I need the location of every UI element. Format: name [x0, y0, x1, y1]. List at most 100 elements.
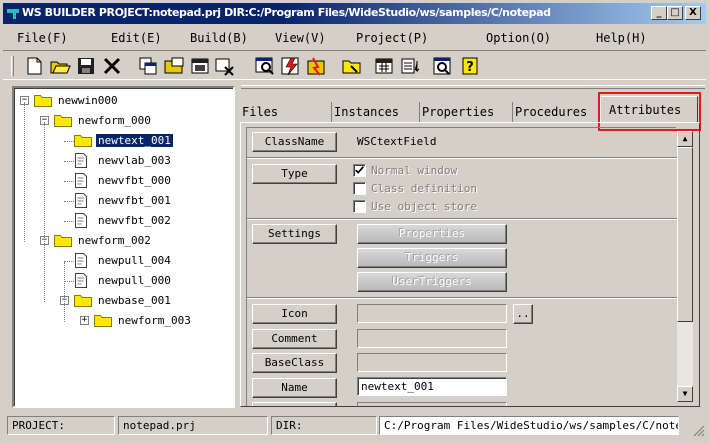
- tree-node[interactable]: − newwin000: [14, 92, 224, 110]
- toolbar-grip[interactable]: [11, 56, 14, 76]
- usertriggers-button[interactable]: UserTriggers: [357, 272, 507, 292]
- tree-node[interactable]: newpull_000: [14, 272, 224, 290]
- tree-node[interactable]: − newbase_001: [14, 292, 224, 310]
- comment-button[interactable]: Comment: [252, 329, 337, 349]
- separator: [247, 157, 677, 159]
- copy-icon[interactable]: [137, 55, 159, 77]
- tree-node-label: newvfbt_001: [98, 194, 171, 207]
- document-icon: [74, 153, 88, 168]
- class-definition-label: Class definition: [371, 182, 477, 195]
- tree-node-label: newform_000: [78, 114, 151, 127]
- tree-connector: [64, 262, 65, 322]
- close-button[interactable]: X: [685, 6, 701, 20]
- separator: [247, 297, 677, 299]
- tree-node[interactable]: + newform_003: [14, 312, 224, 330]
- menu-option[interactable]: Option(O): [486, 31, 551, 45]
- menu-file[interactable]: File(F): [17, 31, 68, 45]
- icon-browse-button[interactable]: ..: [513, 304, 533, 324]
- maximize-button[interactable]: □: [667, 6, 683, 20]
- triggers-button[interactable]: Triggers: [357, 248, 507, 268]
- help-icon[interactable]: ?: [459, 55, 481, 77]
- folder-icon: [74, 134, 92, 147]
- resize-grip-icon[interactable]: [693, 425, 705, 437]
- scroll-thumb[interactable]: [677, 147, 693, 322]
- toolbar: ?: [3, 50, 706, 80]
- tree-node[interactable]: newvlab_003: [14, 152, 224, 170]
- tree-connector: [64, 181, 74, 182]
- scroll-up-icon[interactable]: ▲: [677, 131, 693, 147]
- calendar-icon[interactable]: [373, 55, 395, 77]
- checkbox-box: [353, 200, 366, 213]
- preview-icon[interactable]: [431, 55, 453, 77]
- checkbox-box: [353, 164, 366, 177]
- name-button[interactable]: Name: [252, 378, 337, 398]
- object-tree[interactable]: − newwin000 − newform_000 newtext_001newvlab…: [12, 86, 235, 408]
- search-icon[interactable]: [253, 55, 275, 77]
- tree-node[interactable]: newvfbt_000: [14, 172, 224, 190]
- classname-button[interactable]: ClassName: [252, 132, 337, 152]
- title-bar[interactable]: WS BUILDER PROJECT:notepad.prj DIR:C:/Pr…: [3, 3, 706, 24]
- partial-field[interactable]: [357, 402, 507, 406]
- tab-procedures[interactable]: Procedures: [513, 102, 600, 122]
- list-icon[interactable]: [399, 55, 421, 77]
- tab-properties[interactable]: Properties: [420, 102, 513, 122]
- properties-button[interactable]: Properties: [357, 224, 507, 244]
- baseclass-field[interactable]: [357, 353, 507, 372]
- build-icon[interactable]: [279, 55, 301, 77]
- name-field[interactable]: newtext_001: [357, 377, 507, 396]
- close-window-icon[interactable]: [213, 55, 235, 77]
- save-icon[interactable]: [75, 55, 97, 77]
- new-file-icon[interactable]: [23, 55, 45, 77]
- tree-node[interactable]: newvfbt_002: [14, 212, 224, 230]
- baseclass-button[interactable]: BaseClass: [252, 353, 337, 373]
- use-object-store-checkbox[interactable]: Use object store: [353, 199, 513, 215]
- tree-node-label: newpull_000: [98, 274, 171, 287]
- tree-node-label: newwin000: [58, 94, 118, 107]
- tab-instances[interactable]: Instances: [332, 102, 420, 122]
- normal-window-checkbox[interactable]: Normal window: [353, 163, 513, 179]
- menu-edit[interactable]: Edit(E): [111, 31, 162, 45]
- icon-field[interactable]: [357, 304, 507, 323]
- tree-node[interactable]: newvfbt_001: [14, 192, 224, 210]
- tree-connector: [64, 281, 74, 282]
- folder-open-icon[interactable]: [341, 55, 363, 77]
- menu-project[interactable]: Project(P): [356, 31, 428, 45]
- checkmark-icon: [355, 166, 364, 174]
- open-folder-icon[interactable]: [49, 55, 71, 77]
- tree-connector: [64, 201, 74, 202]
- expand-icon[interactable]: +: [80, 316, 89, 325]
- tree-node[interactable]: − newform_000: [14, 112, 224, 130]
- splitter[interactable]: [241, 85, 705, 89]
- tree-node[interactable]: newtext_001: [14, 132, 224, 150]
- class-definition-checkbox[interactable]: Class definition: [353, 181, 513, 197]
- type-button[interactable]: Type: [252, 164, 337, 184]
- tree-connector: [24, 102, 25, 242]
- run-icon[interactable]: [305, 55, 327, 77]
- icon-button[interactable]: Icon: [252, 304, 337, 324]
- scroll-down-icon[interactable]: ▼: [677, 386, 693, 402]
- project-value: notepad.prj: [118, 416, 268, 435]
- window-icon[interactable]: [189, 55, 211, 77]
- settings-button[interactable]: Settings: [252, 224, 337, 244]
- minimize-button[interactable]: _: [651, 6, 667, 20]
- menu-build[interactable]: Build(B): [190, 31, 248, 45]
- tree-node-label: newvfbt_000: [98, 174, 171, 187]
- document-icon: [74, 273, 88, 288]
- tab-files[interactable]: Files: [240, 102, 332, 122]
- open-window-icon[interactable]: [163, 55, 185, 77]
- tree-node-label: newtext_001: [96, 134, 173, 147]
- tree-node[interactable]: newpull_004: [14, 252, 224, 270]
- vertical-scrollbar[interactable]: ▲ ▼: [677, 131, 693, 402]
- attributes-panel: ClassName WSCtextField Type Normal windo…: [240, 122, 700, 407]
- tree-node[interactable]: − newform_002: [14, 232, 224, 250]
- checkbox-box: [353, 182, 366, 195]
- partial-button[interactable]: T: [252, 402, 337, 406]
- tree-connector: [44, 122, 45, 302]
- menu-view[interactable]: View(V): [275, 31, 326, 45]
- folder-icon: [94, 314, 112, 327]
- comment-field[interactable]: [357, 329, 507, 348]
- folder-icon: [54, 234, 72, 247]
- delete-icon[interactable]: [101, 55, 123, 77]
- status-bar: PROJECT: notepad.prj DIR: C:/Program Fil…: [3, 414, 706, 438]
- menu-help[interactable]: Help(H): [596, 31, 647, 45]
